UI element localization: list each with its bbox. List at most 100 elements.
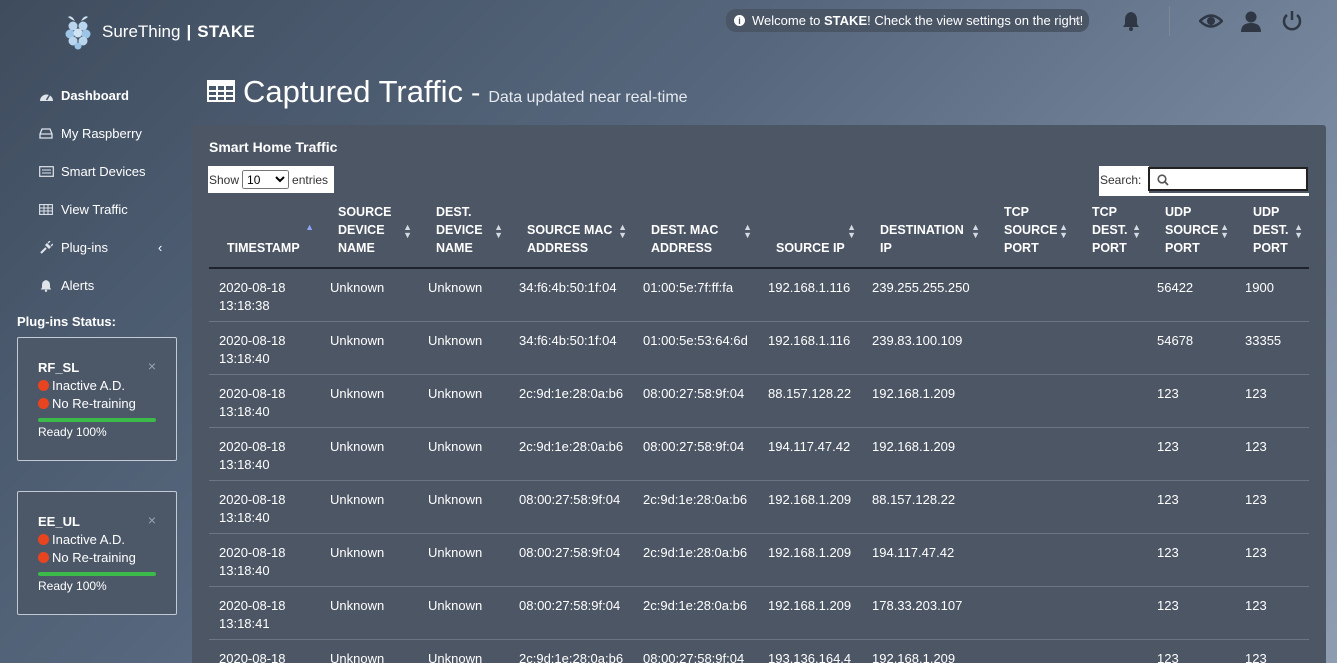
table-cell: 2020-08-18 13:18:40: [209, 321, 320, 375]
brand[interactable]: SureThing | STAKE: [64, 14, 255, 50]
table-cell: Unknown: [320, 586, 418, 640]
column-header-dest-mac[interactable]: DEST. MAC ADDRESS ▲ ▼: [633, 203, 758, 269]
table-icon: [38, 203, 54, 217]
table-cell: [986, 533, 1074, 587]
sidebar-item-plug-ins[interactable]: Plug-ins: [38, 240, 108, 255]
plug-icon: [38, 240, 54, 255]
table-cell: 54678: [1147, 321, 1235, 375]
traffic-table: TIMESTAMP ▲ SOURCE DEVICE NAME ▲ ▼ DEST. DE…: [209, 203, 1309, 663]
column-header-source-ip[interactable]: SOURCE IP ▲ ▼: [758, 203, 862, 269]
page-title: Captured Traffic: [243, 74, 463, 109]
table-cell: [1074, 427, 1147, 481]
page-size-select[interactable]: 10: [242, 170, 290, 189]
dashboard-icon: [38, 89, 54, 103]
table-cell: 01:00:5e:53:64:6d: [633, 321, 758, 375]
close-icon[interactable]: ×: [148, 358, 156, 374]
sidebar-item-dashboard[interactable]: Dashboard: [38, 88, 129, 103]
column-header-source-device[interactable]: SOURCE DEVICE NAME ▲ ▼: [320, 203, 418, 269]
table-cell: 123: [1235, 480, 1309, 534]
brand-name: SureThing: [102, 22, 181, 41]
table-row[interactable]: 2020-08-18 13:18:40 Unknown Unknown 08:00:2…: [209, 480, 1309, 534]
table-cell: 123: [1147, 586, 1235, 640]
table-cell: 123: [1235, 533, 1309, 587]
table-cell: 123: [1147, 374, 1235, 428]
table-cell: [986, 586, 1074, 640]
table-cell: 123: [1235, 374, 1309, 428]
column-header-label: TCP DEST. PORT: [1092, 205, 1128, 255]
table-cell: 192.168.1.209: [862, 639, 986, 663]
column-header-tcp-source-port[interactable]: TCP SOURCE PORT ▲ ▼: [986, 203, 1074, 269]
plugin-name: RF_SL: [38, 360, 80, 375]
plugin-card: RF_SL × Inactive A.D. No Re-training Rea…: [17, 337, 177, 461]
table-cell: 88.157.128.22: [862, 480, 986, 534]
table-row[interactable]: 2020-08-18 Unknown Unknown 2c:9d:1e:28:0a:b…: [209, 639, 1309, 663]
info-icon: i: [734, 15, 745, 26]
sidebar-item-my-raspberry[interactable]: My Raspberry: [38, 126, 142, 141]
table-row[interactable]: 2020-08-18 13:18:40 Unknown Unknown 2c:9d:1…: [209, 374, 1309, 428]
table-cell: Unknown: [418, 321, 509, 375]
power-icon[interactable]: [1281, 10, 1303, 32]
table-cell: 192.168.1.209: [862, 374, 986, 428]
table-cell: Unknown: [418, 374, 509, 428]
table-row[interactable]: 2020-08-18 13:18:38 Unknown Unknown 34:f6:4…: [209, 268, 1309, 322]
welcome-bold: STAKE: [824, 13, 868, 28]
column-header-dest-device[interactable]: DEST. DEVICE NAME ▲ ▼: [418, 203, 509, 269]
search-input[interactable]: [1148, 167, 1308, 191]
table-cell: [1074, 374, 1147, 428]
welcome-text: Welcome to STAKE! Check the view setting…: [752, 13, 1083, 28]
table-cell: Unknown: [320, 533, 418, 587]
page-subtitle: Data updated near real-time: [488, 89, 688, 106]
column-header-destination-ip[interactable]: DESTINATION IP ▲ ▼: [862, 203, 986, 269]
table-cell: 08:00:27:58:9f:04: [633, 374, 758, 428]
table-cell: Unknown: [320, 480, 418, 534]
sidebar-item-label: View Traffic: [61, 202, 128, 217]
plugin-card: EE_UL × Inactive A.D. No Re-training Rea…: [17, 491, 177, 615]
table-row[interactable]: 2020-08-18 13:18:40 Unknown Unknown 08:00:2…: [209, 533, 1309, 587]
sort-icon: ▲ ▼: [743, 222, 752, 240]
chevron-left-icon[interactable]: ‹: [158, 240, 162, 255]
table-cell: 178.33.203.107: [862, 586, 986, 640]
column-header-label: DEST. DEVICE NAME: [436, 205, 483, 255]
table-cell: 192.168.1.209: [862, 427, 986, 481]
sidebar-item-alerts[interactable]: Alerts: [38, 278, 94, 293]
devices-icon: [38, 165, 54, 179]
table-cell: 2c:9d:1e:28:0a:b6: [633, 586, 758, 640]
column-header-source-mac[interactable]: SOURCE MAC ADDRESS ▲ ▼: [509, 203, 633, 269]
column-header-udp-source-port[interactable]: UDP SOURCE PORT ▲ ▼: [1147, 203, 1235, 269]
eye-icon[interactable]: [1199, 10, 1223, 32]
table-cell: 08:00:27:58:9f:04: [509, 480, 633, 534]
column-header-label: SOURCE DEVICE NAME: [338, 205, 392, 255]
sidebar-item-view-traffic[interactable]: View Traffic: [38, 202, 128, 217]
status-dot-icon: [38, 398, 49, 409]
column-header-timestamp[interactable]: TIMESTAMP ▲: [209, 203, 320, 269]
welcome-prefix: Welcome to: [752, 13, 825, 28]
column-header-udp-dest-port[interactable]: UDP DEST. PORT ▲ ▼: [1235, 203, 1309, 269]
table-cell: 239.83.100.109: [862, 321, 986, 375]
table-cell: 2c:9d:1e:28:0a:b6: [633, 480, 758, 534]
table-cell: [986, 268, 1074, 322]
table-cell: 2020-08-18 13:18:40: [209, 480, 320, 534]
column-header-label: TCP SOURCE PORT: [1004, 205, 1058, 255]
sort-icon: ▲ ▼: [1294, 222, 1303, 240]
column-header-label: DEST. MAC ADDRESS: [651, 223, 719, 255]
table-cell: 192.168.1.116: [758, 321, 862, 375]
bell-icon[interactable]: [1120, 10, 1142, 32]
table-row[interactable]: 2020-08-18 13:18:40 Unknown Unknown 2c:9d:1…: [209, 427, 1309, 481]
sidebar-item-label: Smart Devices: [61, 164, 146, 179]
welcome-suffix: ! Check the view settings on the right!: [867, 13, 1084, 28]
table-cell: 2020-08-18 13:18:38: [209, 268, 320, 322]
close-icon[interactable]: ×: [148, 512, 156, 528]
table-cell: [986, 427, 1074, 481]
column-header-tcp-dest-port[interactable]: TCP DEST. PORT ▲ ▼: [1074, 203, 1147, 269]
sidebar-item-smart-devices[interactable]: Smart Devices: [38, 164, 146, 179]
user-icon[interactable]: [1240, 10, 1262, 32]
table-row[interactable]: 2020-08-18 13:18:40 Unknown Unknown 34:f6:4…: [209, 321, 1309, 375]
table-row[interactable]: 2020-08-18 13:18:41 Unknown Unknown 08:00:2…: [209, 586, 1309, 640]
table-cell: Unknown: [320, 639, 418, 663]
plugin-status-text: No Re-training: [52, 396, 136, 411]
table-body: 2020-08-18 13:18:38 Unknown Unknown 34:f6:4…: [209, 268, 1309, 663]
table-cell: Unknown: [418, 586, 509, 640]
title-dash: -: [470, 77, 481, 108]
close-icon[interactable]: ×: [1073, 12, 1081, 28]
table-cell: [986, 639, 1074, 663]
